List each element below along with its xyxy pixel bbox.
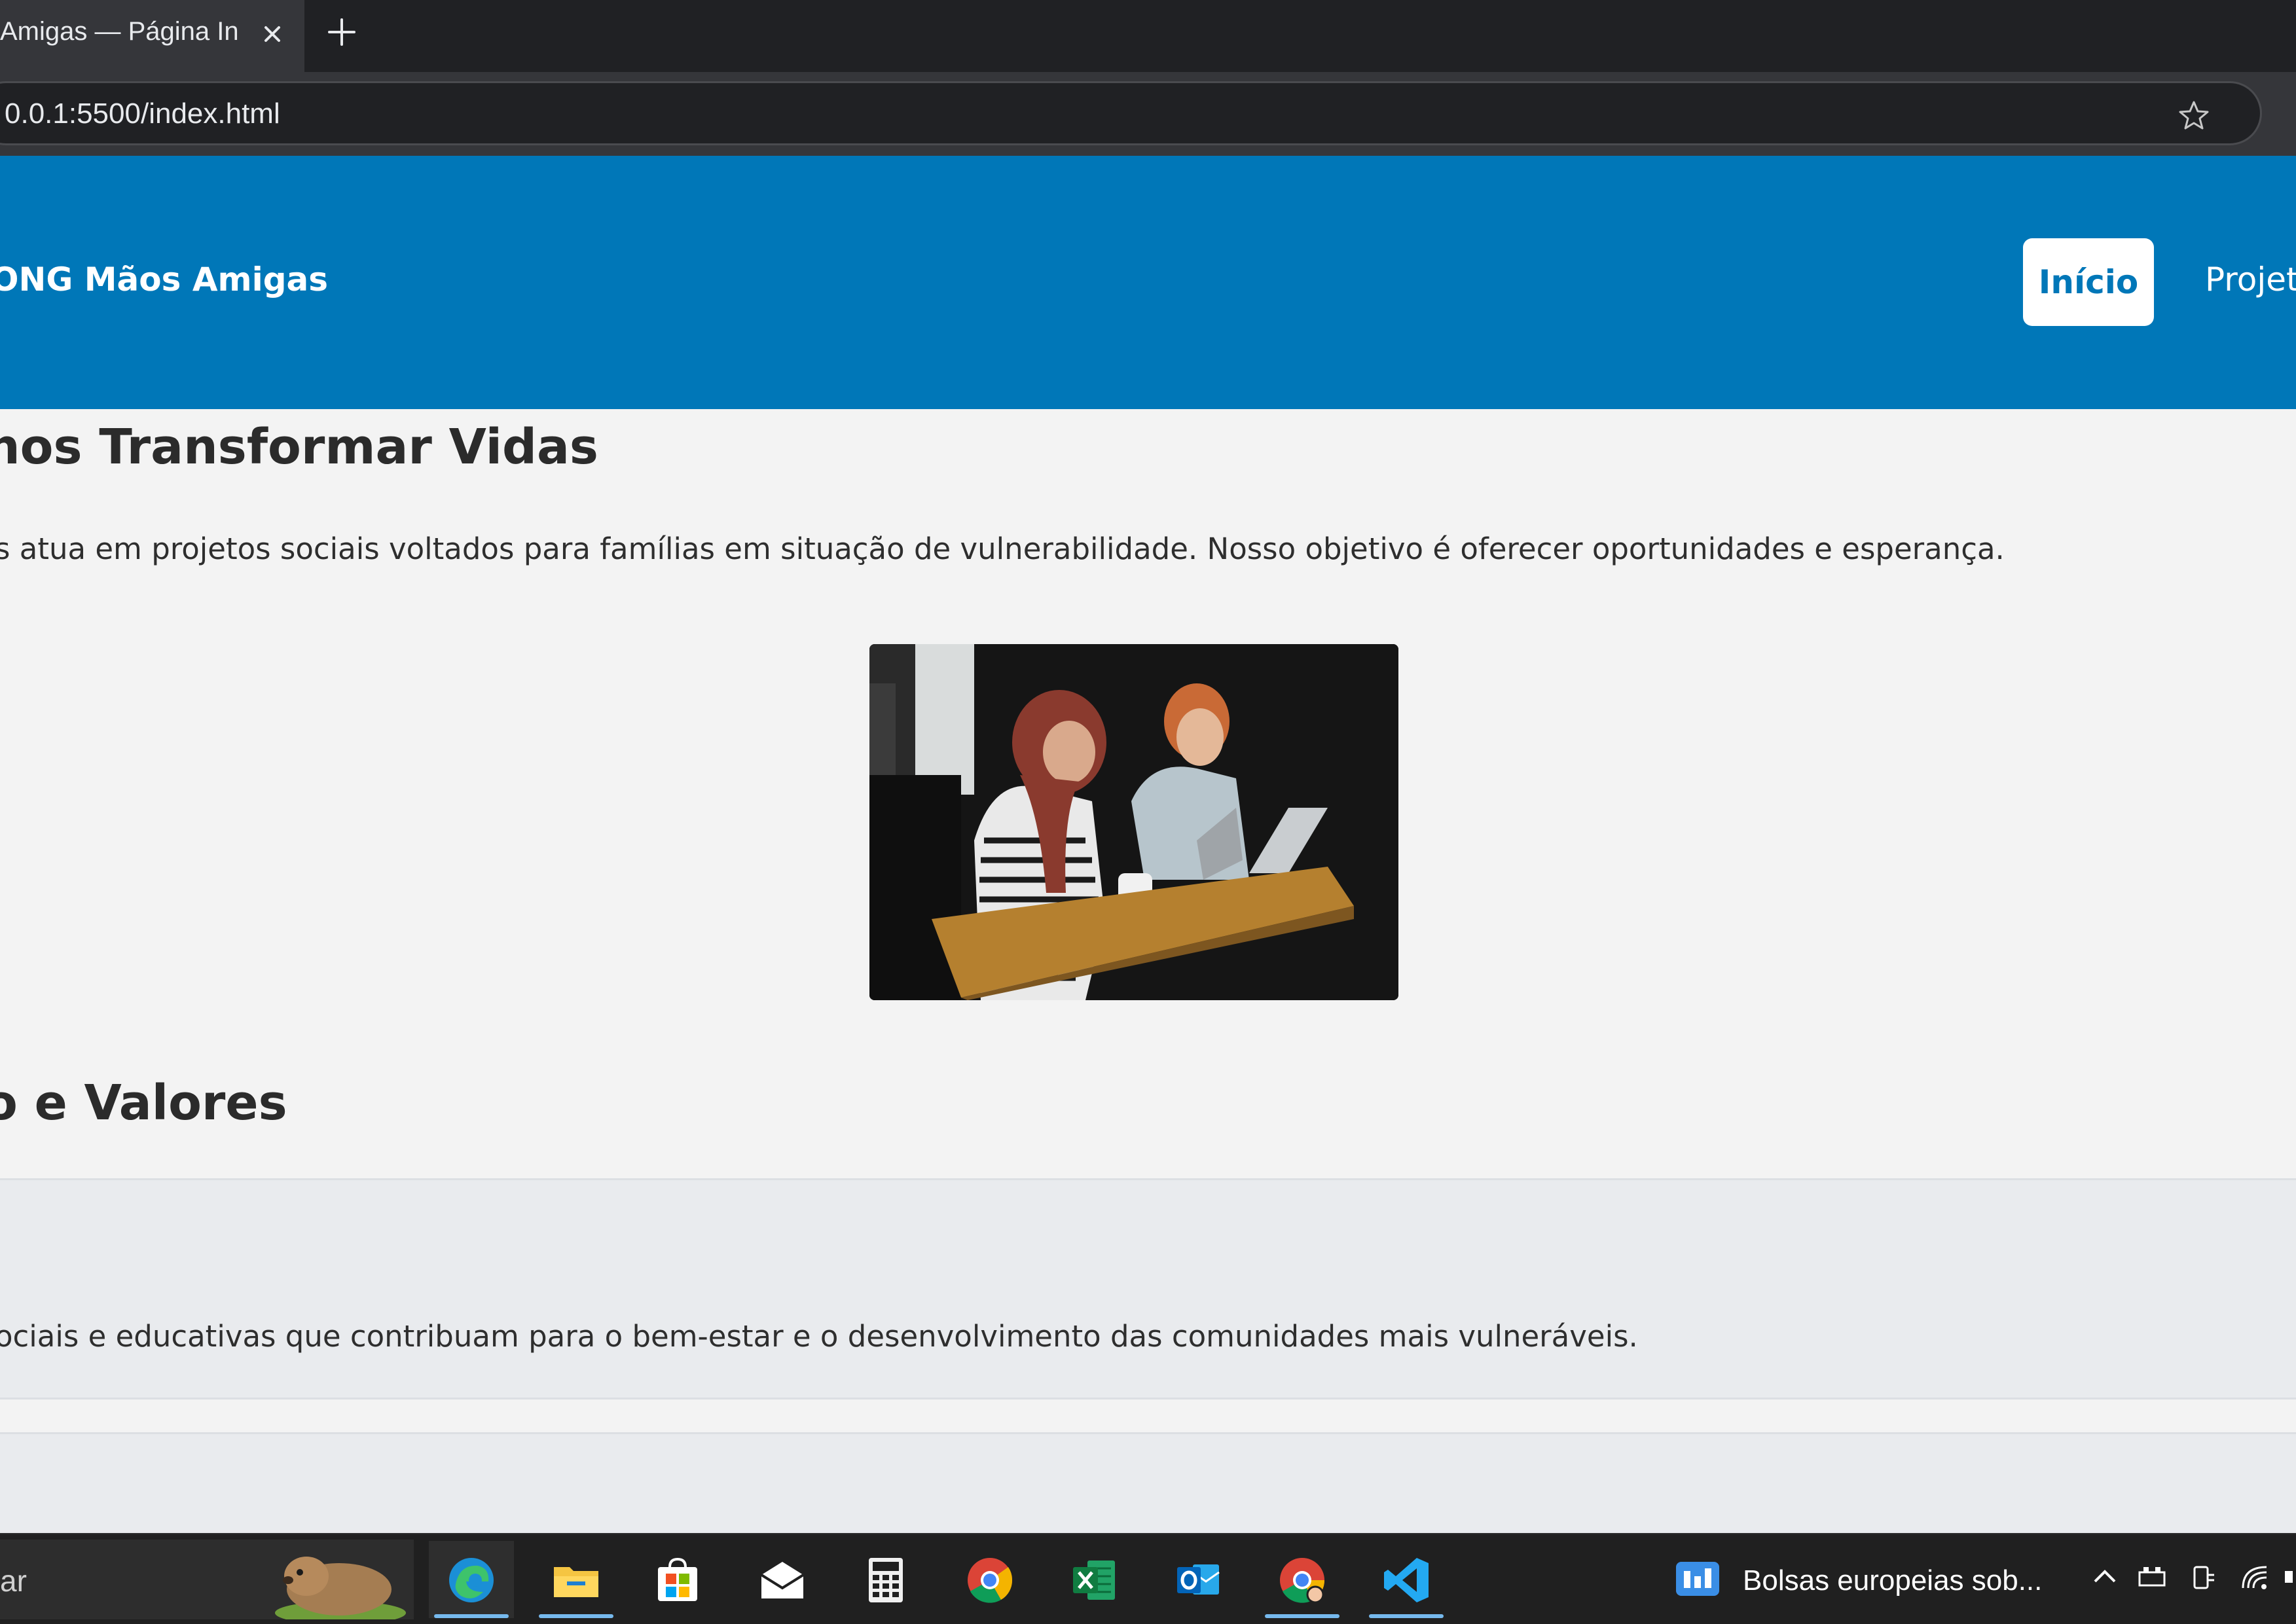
device-icon[interactable] xyxy=(2187,1561,2219,1593)
close-tab-icon[interactable] xyxy=(257,18,288,50)
taskbar-news-widget[interactable]: Bolsas europeias sob... xyxy=(1668,1541,2061,1618)
microsoft-store-icon xyxy=(658,1557,697,1601)
file-explorer-icon xyxy=(554,1567,598,1597)
tab-title: Amigas — Página Inic xyxy=(0,17,239,46)
excel-icon xyxy=(1073,1561,1115,1600)
browser-toolbar: 0.0.1:5500/index.html xyxy=(0,72,2296,156)
taskbar-mail[interactable] xyxy=(740,1541,825,1618)
outlook-icon xyxy=(1177,1564,1220,1595)
edge-icon xyxy=(449,1558,494,1602)
taskbar-calculator[interactable] xyxy=(843,1541,928,1618)
url-text[interactable]: 0.0.1:5500/index.html xyxy=(5,98,280,130)
chrome-profile-icon xyxy=(1280,1558,1325,1604)
taskbar-microsoft-store[interactable] xyxy=(635,1541,720,1618)
bookmark-star-icon[interactable] xyxy=(2177,99,2211,133)
taskbar-excel[interactable] xyxy=(1051,1541,1137,1618)
site-header: ONG Mãos Amigas Início Projeto xyxy=(0,156,2296,409)
running-indicator xyxy=(1265,1614,1339,1618)
network-icon[interactable] xyxy=(2136,1561,2168,1593)
running-indicator xyxy=(539,1614,613,1618)
nav-link-inicio[interactable]: Início xyxy=(2023,238,2154,326)
browser-tab[interactable]: Amigas — Página Inic xyxy=(0,0,304,72)
site-logo-text[interactable]: ONG Mãos Amigas xyxy=(0,261,328,298)
taskbar-outlook[interactable] xyxy=(1156,1541,1241,1618)
running-indicator xyxy=(434,1614,509,1618)
mission-card-text: ociais e educativas que contribuam para … xyxy=(0,1319,1638,1354)
news-headline: Bolsas europeias sob... xyxy=(1743,1564,2043,1597)
hero-photo xyxy=(869,644,1398,1000)
values-card xyxy=(0,1432,2296,1537)
values-heading: o e Valores xyxy=(0,1075,287,1131)
search-highlight-wombat-icon xyxy=(275,1557,406,1619)
vscode-icon xyxy=(1384,1558,1429,1602)
windows-taskbar: ar Bolsas europeias sob... xyxy=(0,1533,2296,1624)
taskbar-chrome-profile[interactable] xyxy=(1260,1541,1345,1618)
hero-heading: nos Transformar Vidas xyxy=(0,419,598,475)
running-indicator xyxy=(1369,1614,1444,1618)
taskbar-chrome[interactable] xyxy=(947,1541,1032,1618)
address-bar[interactable]: 0.0.1:5500/index.html xyxy=(0,81,2262,145)
hero-paragraph: s atua em projetos sociais voltados para… xyxy=(0,532,2005,566)
taskbar-search-box[interactable]: ar xyxy=(0,1540,414,1619)
nav-link-projetos[interactable]: Projeto xyxy=(2205,261,2296,298)
search-placeholder-text: ar xyxy=(0,1564,27,1598)
photo-people-working-on-laptops xyxy=(869,644,1398,1000)
chevron-up-icon[interactable] xyxy=(2088,1561,2121,1593)
mission-card: ociais e educativas que contribuam para … xyxy=(0,1178,2296,1399)
taskbar-file-explorer[interactable] xyxy=(534,1541,619,1618)
mail-icon xyxy=(760,1562,805,1598)
wifi-icon[interactable] xyxy=(2239,1561,2272,1593)
taskbar-edge[interactable] xyxy=(429,1541,514,1618)
browser-tab-bar: Amigas — Página Inic xyxy=(0,0,2296,72)
news-widget-icon xyxy=(1676,1562,1719,1596)
volume-icon[interactable] xyxy=(2282,1561,2296,1593)
chrome-icon xyxy=(968,1558,1013,1603)
calculator-icon xyxy=(869,1558,903,1602)
taskbar-vscode[interactable] xyxy=(1364,1541,1449,1618)
new-tab-icon[interactable] xyxy=(324,14,359,50)
